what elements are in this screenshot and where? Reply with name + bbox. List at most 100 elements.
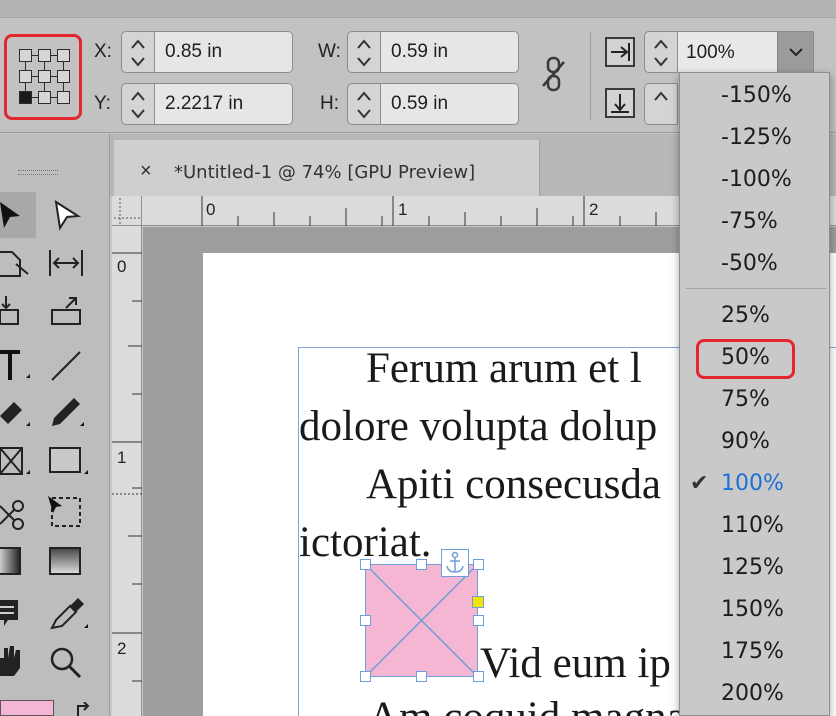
y-field[interactable]: 2.2217 in	[155, 83, 293, 125]
hand-tool-icon[interactable]	[0, 644, 24, 680]
scale-dropdown-menu: -150% -125% -100% -75% -50% 25% 50% 75% …	[679, 72, 830, 716]
menu-item-100[interactable]: ✔ 100%	[680, 463, 831, 503]
resize-handle-left[interactable]	[360, 615, 371, 626]
anchored-graphic-frame[interactable]	[365, 564, 478, 677]
pen-tool-icon[interactable]	[0, 396, 30, 432]
resize-handle-bottom-right[interactable]	[473, 671, 484, 682]
stepper-arrows-icon	[357, 39, 371, 67]
eyedropper-tool-icon[interactable]	[48, 594, 88, 632]
menu-item-minus-150[interactable]: -150%	[680, 75, 831, 115]
menu-item-minus-50[interactable]: -50%	[680, 243, 831, 283]
menu-item-200[interactable]: 200%	[680, 673, 831, 713]
menu-item-90[interactable]: 90%	[680, 421, 831, 461]
h-label: H:	[320, 93, 339, 114]
stepper-arrows-icon	[654, 39, 668, 67]
scale-y-stepper[interactable]	[644, 83, 678, 125]
document-text-line: Ferum arum et l	[366, 345, 642, 392]
checkmark-icon: ✔	[690, 471, 709, 496]
menu-item-minus-100[interactable]: -100%	[680, 159, 831, 199]
menu-item-150[interactable]: 150%	[680, 589, 831, 629]
reference-point-selector[interactable]	[4, 34, 82, 120]
menu-item-125[interactable]: 125%	[680, 547, 831, 587]
rectangle-tool-icon[interactable]	[48, 444, 88, 480]
ruler-origin-corner[interactable]	[112, 196, 142, 226]
note-tool-icon[interactable]	[0, 596, 22, 630]
anchored-object-marker[interactable]	[441, 549, 469, 577]
pencil-tool-icon[interactable]	[46, 396, 86, 432]
stepper-arrows-icon	[357, 91, 371, 119]
gradient-swatch-tool-icon[interactable]	[0, 546, 22, 578]
highlight-annotation-box	[696, 339, 795, 379]
menu-item-110[interactable]: 110%	[680, 505, 831, 545]
scale-y-icon	[605, 88, 635, 118]
panel-grip[interactable]	[18, 170, 58, 175]
menu-item-minus-75[interactable]: -75%	[680, 201, 831, 241]
direct-selection-tool-icon[interactable]	[52, 198, 82, 232]
vertical-ruler[interactable]: 0 1 2	[112, 226, 142, 716]
constrain-proportions-broken-chain-icon[interactable]	[540, 56, 568, 92]
menu-item-25[interactable]: 25%	[680, 295, 831, 335]
document-text-line: dolore volupta dolup	[299, 403, 658, 450]
x-label: X:	[94, 41, 112, 62]
y-label: Y:	[94, 93, 111, 114]
zoom-tool-icon[interactable]	[48, 646, 84, 680]
type-tool-icon[interactable]	[0, 348, 30, 384]
free-transform-tool-icon[interactable]	[46, 494, 88, 532]
ruler-v-2: 2	[117, 639, 127, 658]
h-field[interactable]: 0.59 in	[381, 83, 519, 125]
ruler-h-1: 1	[398, 200, 408, 219]
menu-divider	[686, 288, 826, 289]
scale-x-icon	[605, 37, 635, 67]
document-text-line: Apiti consecusda	[366, 461, 661, 508]
live-corners-handle[interactable]	[472, 596, 484, 608]
menu-item-175[interactable]: 175%	[680, 631, 831, 671]
line-tool-icon[interactable]	[50, 348, 84, 384]
w-label: W:	[318, 41, 341, 62]
page-tool-icon[interactable]	[0, 246, 30, 280]
rectangle-frame-tool-icon[interactable]	[0, 444, 30, 480]
stepper-arrows-icon	[131, 39, 145, 67]
document-tab-title: *Untitled-1 @ 74% [GPU Preview]	[174, 162, 476, 183]
content-collector-tool-icon[interactable]	[0, 294, 22, 328]
resize-handle-top-right[interactable]	[473, 559, 484, 570]
w-field[interactable]: 0.59 in	[381, 31, 519, 73]
reference-point-grid-icon	[19, 49, 70, 105]
resize-handle-top[interactable]	[416, 559, 427, 570]
resize-handle-top-left[interactable]	[360, 559, 371, 570]
swap-fill-stroke-icon[interactable]	[74, 702, 94, 716]
anchor-icon	[446, 551, 464, 573]
resize-handle-bottom-left[interactable]	[360, 671, 371, 682]
gap-tool-icon[interactable]	[48, 246, 84, 280]
selection-tool-icon[interactable]	[0, 198, 28, 232]
scale-x-percentage-field[interactable]: 100%	[678, 31, 814, 73]
scale-x-stepper[interactable]	[644, 31, 678, 73]
y-stepper[interactable]	[121, 83, 155, 125]
close-tab-icon[interactable]: ×	[140, 160, 152, 183]
stepper-arrows-icon	[654, 91, 668, 101]
w-stepper[interactable]	[347, 31, 381, 73]
stepper-arrows-icon	[131, 91, 145, 119]
fill-swatch[interactable]	[0, 700, 54, 716]
ruler-origin-icon	[114, 198, 140, 224]
x-field[interactable]: 0.85 in	[155, 31, 293, 73]
resize-handle-right[interactable]	[473, 615, 484, 626]
ruler-v-0: 0	[117, 257, 127, 276]
scale-x-value: 100%	[686, 42, 735, 63]
x-stepper[interactable]	[121, 31, 155, 73]
scissors-tool-icon[interactable]	[0, 498, 26, 532]
document-text-line: Vid eum ip	[480, 640, 671, 687]
document-tab[interactable]: × *Untitled-1 @ 74% [GPU Preview]	[114, 140, 540, 196]
chevron-down-icon	[789, 48, 803, 57]
scale-dropdown-button[interactable]	[777, 32, 813, 72]
content-placer-tool-icon[interactable]	[50, 294, 84, 328]
menu-item-minus-125[interactable]: -125%	[680, 117, 831, 157]
control-bar-separator	[590, 32, 591, 120]
menu-item-75[interactable]: 75%	[680, 379, 831, 419]
tools-panel	[0, 134, 110, 716]
frame-placeholder-cross-icon	[366, 565, 477, 676]
ruler-h-0: 0	[206, 200, 216, 219]
ruler-h-2: 2	[589, 200, 599, 219]
gradient-feather-tool-icon[interactable]	[48, 546, 84, 578]
resize-handle-bottom[interactable]	[416, 671, 427, 682]
h-stepper[interactable]	[347, 83, 381, 125]
